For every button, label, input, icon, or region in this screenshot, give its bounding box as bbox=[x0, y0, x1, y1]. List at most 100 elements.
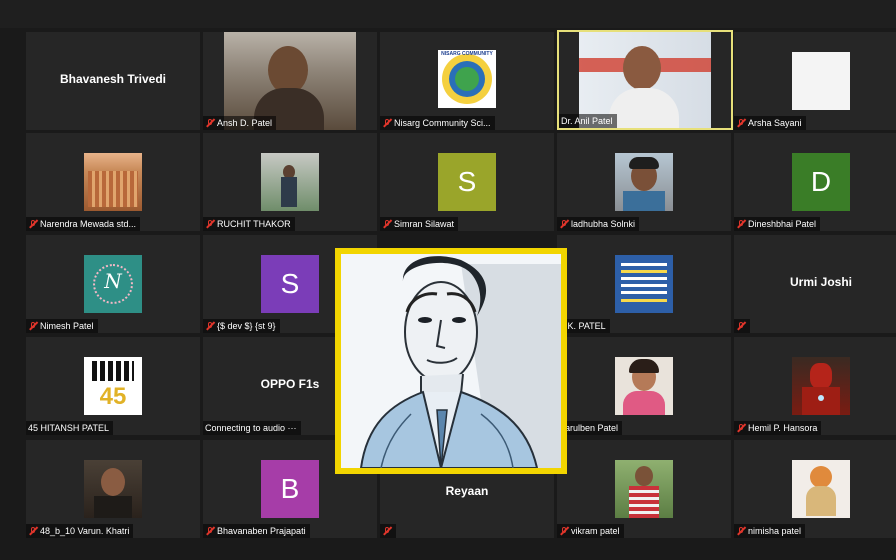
participant-tile[interactable]: nimisha patel bbox=[734, 440, 896, 538]
participant-tile[interactable]: Urmi Joshi bbox=[734, 235, 896, 333]
participant-namebar: Simran Silawat bbox=[380, 217, 459, 231]
mic-muted-icon bbox=[205, 526, 215, 536]
participant-name: Dr. Anil Patel bbox=[561, 116, 613, 126]
participant-tile[interactable]: D Dineshbhai Patel bbox=[734, 133, 896, 231]
mic-muted-icon bbox=[559, 219, 569, 229]
participant-video bbox=[84, 153, 142, 211]
participant-namebar: ladhubha Solnki bbox=[557, 217, 640, 231]
participant-tile[interactable]: Hemil P. Hansora bbox=[734, 337, 896, 435]
participant-namebar: nimisha patel bbox=[734, 524, 806, 538]
participant-name: Hemil P. Hansora bbox=[748, 423, 818, 433]
participant-name: ladhubha Solnki bbox=[571, 219, 636, 229]
mic-muted-icon bbox=[382, 219, 392, 229]
participant-monogram: N bbox=[84, 255, 142, 313]
participant-tile[interactable]: Parulben Patel bbox=[557, 337, 731, 435]
participant-namebar: vikram patel bbox=[557, 524, 624, 538]
participant-tile[interactable]: NISARG COMMUNITY Nisarg Community Sci... bbox=[380, 32, 554, 130]
participant-name: vikram patel bbox=[571, 526, 620, 536]
participant-name-large: Urmi Joshi bbox=[789, 275, 852, 289]
mic-muted-icon bbox=[736, 321, 746, 331]
participant-name: 48_b_10 Varun. Khatri bbox=[40, 526, 130, 536]
participant-name: 45 HITANSH PATEL bbox=[28, 423, 110, 433]
participant-namebar: RUCHIT THAKOR bbox=[203, 217, 295, 231]
participant-tile[interactable]: Ansh D. Patel bbox=[203, 32, 377, 130]
participant-tile[interactable]: Bhavanesh Trivedi bbox=[26, 32, 200, 130]
participant-name: RUCHIT THAKOR bbox=[217, 219, 291, 229]
participant-name: Parulben Patel bbox=[559, 423, 619, 433]
participant-name-large: Bhavanesh Trivedi bbox=[59, 72, 167, 86]
participant-name: Narendra Mewada std... bbox=[40, 219, 137, 229]
mic-muted-icon bbox=[205, 321, 215, 331]
participant-namebar: Connecting to audio ··· bbox=[203, 421, 301, 435]
participant-namebar: Bhavanaben Prajapati bbox=[203, 524, 310, 538]
logo-text: NISARG COMMUNITY bbox=[441, 51, 493, 57]
mic-muted-icon bbox=[205, 118, 215, 128]
mic-muted-icon bbox=[736, 526, 746, 536]
participant-name: nimisha patel bbox=[748, 526, 802, 536]
participant-name: Nisarg Community Sci... bbox=[394, 118, 491, 128]
portrait-overlay bbox=[335, 248, 567, 474]
mic-muted-icon bbox=[28, 526, 38, 536]
participant-name: Ansh D. Patel bbox=[217, 118, 273, 128]
participant-avatar: S bbox=[438, 153, 496, 211]
mic-muted-icon bbox=[382, 118, 392, 128]
participant-namebar: Arsha Sayani bbox=[734, 116, 806, 130]
participant-video bbox=[615, 153, 673, 211]
participant-tile[interactable]: vikram patel bbox=[557, 440, 731, 538]
participant-namebar: Dineshbhai Patel bbox=[734, 217, 821, 231]
meeting-top-bar bbox=[0, 0, 896, 28]
participant-logo: NISARG COMMUNITY bbox=[438, 50, 496, 108]
participant-name: Dineshbhai Patel bbox=[748, 219, 817, 229]
mic-muted-icon bbox=[736, 118, 746, 128]
participant-tile[interactable]: K.K. PATEL bbox=[557, 235, 731, 333]
participant-namebar: Nisarg Community Sci... bbox=[380, 116, 495, 130]
participant-namebar: Hemil P. Hansora bbox=[734, 421, 822, 435]
participant-poster bbox=[615, 255, 673, 313]
participant-tile[interactable]: Arsha Sayani bbox=[734, 32, 896, 130]
participant-tile[interactable]: RUCHIT THAKOR bbox=[203, 133, 377, 231]
participant-namebar: 48_b_10 Varun. Khatri bbox=[26, 524, 134, 538]
portrait-sketch-image bbox=[341, 254, 561, 468]
participant-namebar: 45 HITANSH PATEL bbox=[26, 421, 114, 435]
participant-tile[interactable]: Narendra Mewada std... bbox=[26, 133, 200, 231]
participant-namebar: Narendra Mewada std... bbox=[26, 217, 141, 231]
participant-tile[interactable]: 48_b_10 Varun. Khatri bbox=[26, 440, 200, 538]
participant-name: Arsha Sayani bbox=[748, 118, 802, 128]
participant-image bbox=[792, 357, 850, 415]
participant-namebar: Dr. Anil Patel bbox=[559, 114, 617, 128]
participant-video bbox=[84, 460, 142, 518]
mic-muted-icon bbox=[205, 219, 215, 229]
participant-name: Nimesh Patel bbox=[40, 321, 94, 331]
participant-tile[interactable]: ladhubha Solnki bbox=[557, 133, 731, 231]
mic-muted-icon bbox=[28, 219, 38, 229]
participant-namebar: Nimesh Patel bbox=[26, 319, 98, 333]
participant-video bbox=[261, 153, 319, 211]
participant-avatar: S bbox=[261, 255, 319, 313]
participant-name: Bhavanaben Prajapati bbox=[217, 526, 306, 536]
participant-name: {$ dev $} {st 9} bbox=[217, 321, 276, 331]
participant-avatar: D bbox=[792, 153, 850, 211]
mic-muted-icon bbox=[382, 526, 392, 536]
participant-namebar bbox=[734, 319, 750, 333]
participant-avatar: B bbox=[261, 460, 319, 518]
audio-status: Connecting to audio ··· bbox=[205, 423, 297, 433]
participant-name-large: Reyaan bbox=[445, 484, 489, 498]
participant-namebar bbox=[380, 524, 396, 538]
participant-video bbox=[792, 52, 850, 110]
participant-tile[interactable]: 45 45 HITANSH PATEL bbox=[26, 337, 200, 435]
participant-namebar: {$ dev $} {st 9} bbox=[203, 319, 280, 333]
participant-tile[interactable]: S Simran Silawat bbox=[380, 133, 554, 231]
participant-image bbox=[792, 460, 850, 518]
mic-muted-icon bbox=[736, 423, 746, 433]
image-number: 45 bbox=[99, 383, 127, 410]
monogram-letter: N bbox=[104, 269, 122, 293]
participant-image: 45 bbox=[84, 357, 142, 415]
mic-muted-icon bbox=[28, 321, 38, 331]
participant-tile-active-speaker[interactable]: Dr. Anil Patel bbox=[557, 30, 733, 130]
participant-name: Simran Silawat bbox=[394, 219, 455, 229]
participant-namebar: Ansh D. Patel bbox=[203, 116, 277, 130]
mic-muted-icon bbox=[559, 526, 569, 536]
participant-video bbox=[615, 357, 673, 415]
participant-video bbox=[615, 460, 673, 518]
participant-tile[interactable]: N Nimesh Patel bbox=[26, 235, 200, 333]
